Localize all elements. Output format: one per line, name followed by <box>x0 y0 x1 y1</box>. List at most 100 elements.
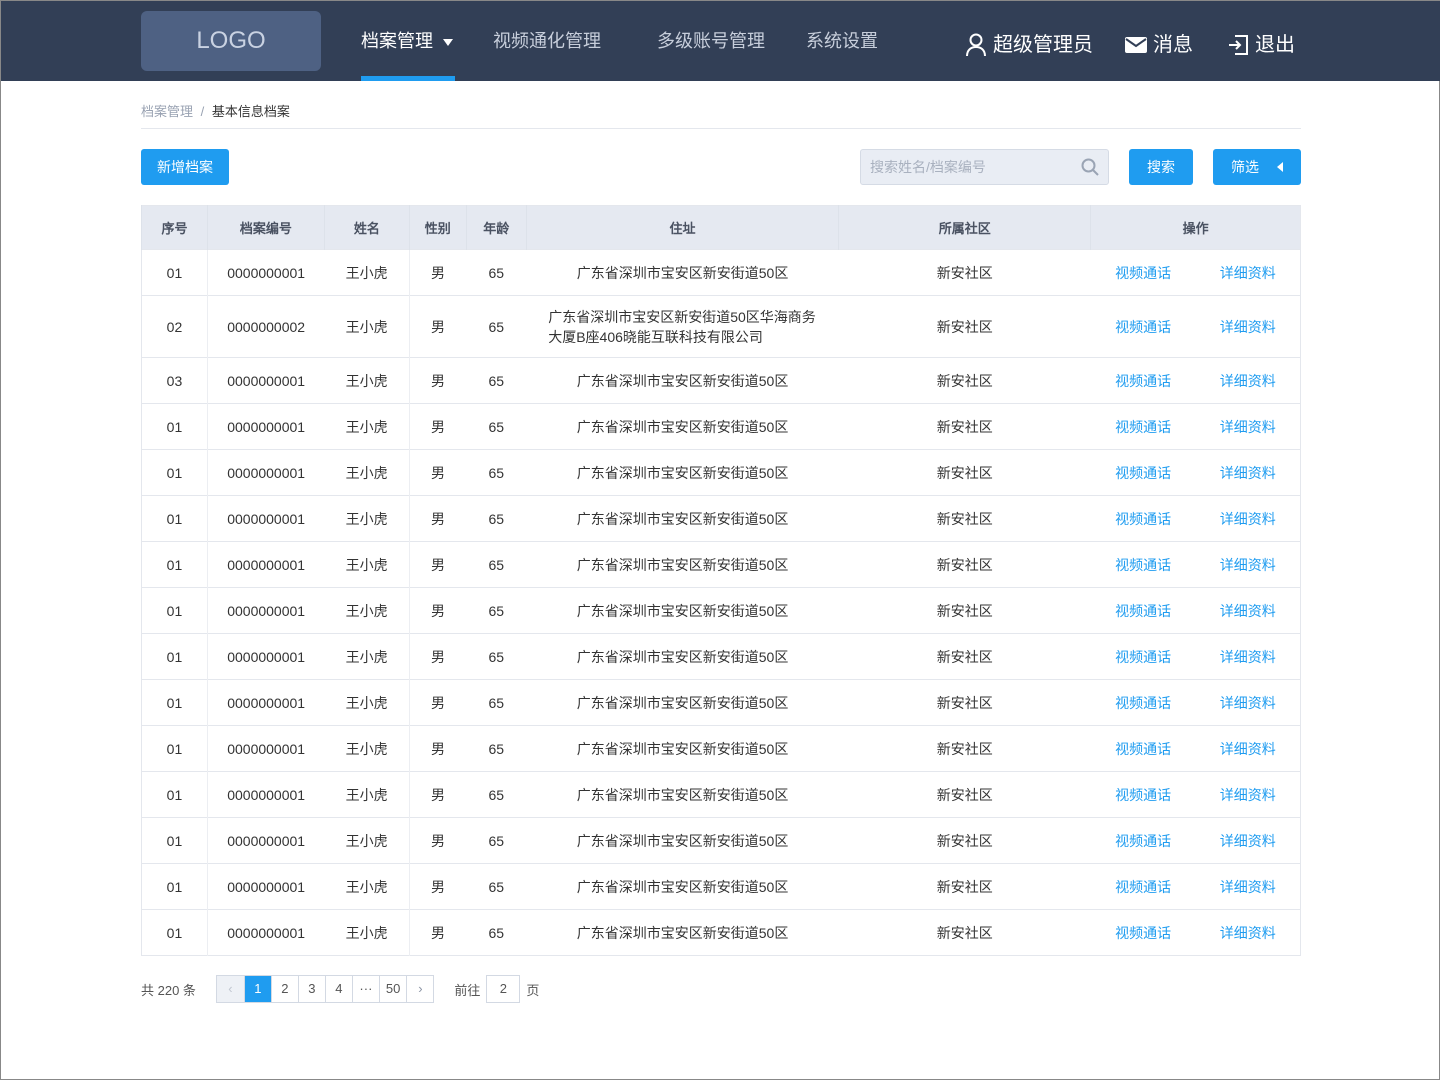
table-cell: 男 <box>408 633 467 680</box>
table-cell: 03 <box>141 357 208 404</box>
details-link[interactable]: 详细资料 <box>1220 419 1276 435</box>
search-icon[interactable] <box>1081 158 1099 176</box>
action-cell: 视频通话 <box>1090 909 1196 956</box>
video-call-link[interactable]: 视频通话 <box>1115 319 1171 335</box>
table-cell: 新安社区 <box>838 679 1091 726</box>
details-link[interactable]: 详细资料 <box>1220 265 1276 281</box>
table-cell: 01 <box>141 403 208 450</box>
table-cell: 王小虎 <box>324 449 410 496</box>
table-cell: 王小虎 <box>324 817 410 864</box>
table-cell: 0000000001 <box>206 725 325 772</box>
table-row: 01 0000000001 王小虎男 65 广东省深圳市宝安区新安街道50区 新安社区 视频… <box>141 725 1301 772</box>
table-cell: 广东省深圳市宝安区新安街道50区 <box>526 495 839 542</box>
table-cell: 王小虎 <box>324 587 410 634</box>
filter-button[interactable]: 筛选 <box>1213 149 1301 185</box>
video-call-link[interactable]: 视频通话 <box>1115 511 1171 527</box>
pagination: 共 220 条 ‹ 1 2 3 4 ··· 50 › 前往 2 页 <box>141 975 539 1003</box>
user-menu[interactable]: 超级管理员 <box>965 1 1093 89</box>
page-button[interactable]: ··· <box>351 976 379 1002</box>
messages-button[interactable]: 消息 <box>1125 1 1193 89</box>
action-cell: 视频通话 <box>1090 725 1196 772</box>
nav-video-management[interactable]: 视频通化管理 <box>493 1 601 81</box>
page-button[interactable]: 1 <box>243 976 271 1002</box>
video-call-link[interactable]: 视频通话 <box>1115 265 1171 281</box>
filter-label: 筛选 <box>1231 159 1259 175</box>
next-page-button[interactable]: › <box>406 976 434 1002</box>
action-cell: 视频通话 <box>1090 249 1196 296</box>
page-suffix: 页 <box>526 982 540 998</box>
table-cell: 王小虎 <box>324 679 410 726</box>
table-cell: 男 <box>408 357 467 404</box>
video-call-link[interactable]: 视频通话 <box>1115 879 1171 895</box>
details-link[interactable]: 详细资料 <box>1220 787 1276 803</box>
details-link[interactable]: 详细资料 <box>1220 741 1276 757</box>
video-call-link[interactable]: 视频通话 <box>1115 695 1171 711</box>
details-link[interactable]: 详细资料 <box>1220 925 1276 941</box>
search-box <box>860 149 1109 185</box>
details-link[interactable]: 详细资料 <box>1220 557 1276 573</box>
video-call-link[interactable]: 视频通话 <box>1115 373 1171 389</box>
details-link[interactable]: 详细资料 <box>1220 879 1276 895</box>
search-button[interactable]: 搜索 <box>1129 149 1193 185</box>
table-cell: 广东省深圳市宝安区新安街道50区 <box>526 541 839 588</box>
table-row: 01 0000000001 王小虎男 65 广东省深圳市宝安区新安街道50区 新安社区 视频… <box>141 863 1301 910</box>
details-link[interactable]: 详细资料 <box>1220 603 1276 619</box>
table-cell: 0000000001 <box>206 495 325 542</box>
table-cell: 0000000001 <box>206 817 325 864</box>
details-link[interactable]: 详细资料 <box>1220 465 1276 481</box>
video-call-link[interactable]: 视频通话 <box>1115 603 1171 619</box>
caret-left-icon <box>1277 162 1283 172</box>
video-call-link[interactable]: 视频通话 <box>1115 925 1171 941</box>
column-header: 性别 <box>408 205 467 250</box>
breadcrumb-current: 基本信息档案 <box>211 104 290 119</box>
table-cell: 0000000001 <box>206 863 325 910</box>
table-cell: 01 <box>141 725 208 772</box>
action-cell: 详细资料 <box>1195 679 1301 726</box>
page-button[interactable]: 2 <box>270 976 298 1002</box>
video-call-link[interactable]: 视频通话 <box>1115 557 1171 573</box>
action-cell: 视频通话 <box>1090 357 1196 404</box>
details-link[interactable]: 详细资料 <box>1220 319 1276 335</box>
page-button[interactable]: 4 <box>324 976 352 1002</box>
column-header: 年龄 <box>465 205 527 250</box>
table-cell: 0000000001 <box>206 679 325 726</box>
video-call-link[interactable]: 视频通话 <box>1115 649 1171 665</box>
table-cell: 65 <box>466 495 527 542</box>
table-cell: 王小虎 <box>324 295 410 358</box>
details-link[interactable]: 详细资料 <box>1220 649 1276 665</box>
video-call-link[interactable]: 视频通话 <box>1115 741 1171 757</box>
prev-page-button[interactable]: ‹ <box>216 976 244 1002</box>
table-cell: 01 <box>141 587 208 634</box>
video-call-link[interactable]: 视频通话 <box>1115 465 1171 481</box>
table-cell: 广东省深圳市宝安区新安街道50区 <box>526 909 839 956</box>
nav-system-settings[interactable]: 系统设置 <box>806 1 878 81</box>
column-header: 档案编号 <box>206 205 325 250</box>
search-input[interactable] <box>861 150 1061 184</box>
table-cell: 0000000001 <box>206 771 325 818</box>
goto-page-input[interactable]: 2 <box>486 975 521 1003</box>
logout-button[interactable]: 退出 <box>1227 1 1295 89</box>
table-cell: 男 <box>408 295 467 358</box>
video-call-link[interactable]: 视频通话 <box>1115 833 1171 849</box>
details-link[interactable]: 详细资料 <box>1220 511 1276 527</box>
nav-account-management[interactable]: 多级账号管理 <box>657 1 765 81</box>
video-call-link[interactable]: 视频通话 <box>1115 787 1171 803</box>
details-link[interactable]: 详细资料 <box>1220 695 1276 711</box>
action-cell: 视频通话 <box>1090 495 1196 542</box>
video-call-link[interactable]: 视频通话 <box>1115 419 1171 435</box>
table-cell: 65 <box>466 541 527 588</box>
details-link[interactable]: 详细资料 <box>1220 373 1276 389</box>
add-archive-button[interactable]: 新增档案 <box>141 149 229 185</box>
page-button[interactable]: 50 <box>378 976 406 1002</box>
user-icon <box>966 33 986 57</box>
table-cell: 65 <box>466 449 527 496</box>
logo[interactable]: LOGO <box>141 11 321 71</box>
page-button[interactable]: 3 <box>297 976 325 1002</box>
action-cell: 详细资料 <box>1195 633 1301 680</box>
details-link[interactable]: 详细资料 <box>1220 833 1276 849</box>
breadcrumb-parent[interactable]: 档案管理 <box>141 104 193 119</box>
action-cell: 详细资料 <box>1195 357 1301 404</box>
table-cell: 65 <box>466 863 527 910</box>
nav-archive-management[interactable]: 档案管理 <box>361 1 455 81</box>
divider <box>141 128 1301 129</box>
